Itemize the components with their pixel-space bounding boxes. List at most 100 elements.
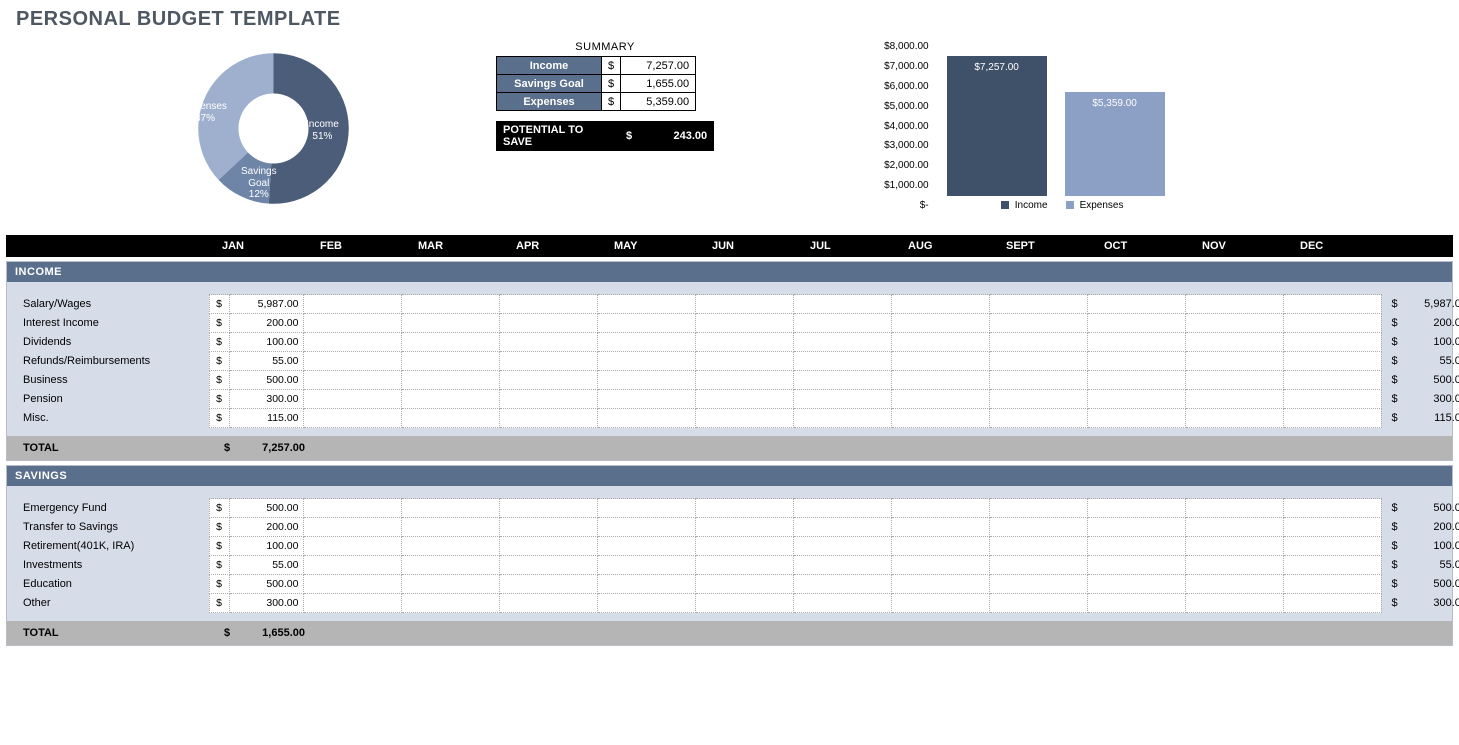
cell-empty[interactable] [989,537,1087,556]
cell-empty[interactable] [793,314,891,333]
cell-empty[interactable] [891,409,989,428]
cell-empty[interactable] [695,333,793,352]
cell-currency[interactable]: $ [209,295,229,314]
cell-empty[interactable] [695,314,793,333]
cell-empty[interactable] [1087,499,1185,518]
cell-empty[interactable] [1087,537,1185,556]
cell-empty[interactable] [1185,352,1283,371]
cell-empty[interactable] [499,314,597,333]
cell-empty[interactable] [1283,371,1381,390]
cell-empty[interactable] [695,409,793,428]
cell-empty[interactable] [1283,575,1381,594]
cell-empty[interactable] [989,575,1087,594]
cell-empty[interactable] [793,352,891,371]
cell-empty[interactable] [597,314,695,333]
cell-empty[interactable] [597,371,695,390]
cell-currency[interactable]: $ [209,594,229,613]
cell-empty[interactable] [891,499,989,518]
cell-empty[interactable] [1185,575,1283,594]
cell-empty[interactable] [401,333,499,352]
cell-empty[interactable] [597,575,695,594]
cell-empty[interactable] [793,371,891,390]
cell-empty[interactable] [597,409,695,428]
cell-empty[interactable] [1283,295,1381,314]
cell-empty[interactable] [1185,556,1283,575]
cell-empty[interactable] [1283,333,1381,352]
cell-empty[interactable] [1283,352,1381,371]
cell-currency[interactable]: $ [209,333,229,352]
cell-empty[interactable] [793,575,891,594]
cell-empty[interactable] [695,575,793,594]
cell-value[interactable]: 200.00 [229,314,303,333]
cell-empty[interactable] [695,295,793,314]
cell-empty[interactable] [1087,295,1185,314]
cell-empty[interactable] [1087,518,1185,537]
cell-value[interactable]: 500.00 [229,371,303,390]
cell-empty[interactable] [989,352,1087,371]
cell-empty[interactable] [1087,575,1185,594]
cell-empty[interactable] [989,594,1087,613]
cell-empty[interactable] [401,499,499,518]
cell-empty[interactable] [1087,409,1185,428]
cell-empty[interactable] [303,390,401,409]
cell-currency[interactable]: $ [209,556,229,575]
cell-empty[interactable] [695,518,793,537]
cell-empty[interactable] [989,371,1087,390]
cell-empty[interactable] [499,352,597,371]
cell-empty[interactable] [499,499,597,518]
cell-empty[interactable] [401,295,499,314]
cell-value[interactable]: 500.00 [229,499,303,518]
cell-empty[interactable] [1283,537,1381,556]
cell-empty[interactable] [401,518,499,537]
cell-empty[interactable] [1283,499,1381,518]
cell-empty[interactable] [597,333,695,352]
cell-empty[interactable] [303,594,401,613]
cell-empty[interactable] [303,499,401,518]
cell-empty[interactable] [989,518,1087,537]
cell-empty[interactable] [303,352,401,371]
cell-empty[interactable] [597,518,695,537]
cell-empty[interactable] [1283,409,1381,428]
cell-empty[interactable] [303,409,401,428]
cell-empty[interactable] [499,575,597,594]
cell-empty[interactable] [1185,518,1283,537]
cell-empty[interactable] [401,537,499,556]
cell-empty[interactable] [891,518,989,537]
cell-empty[interactable] [597,390,695,409]
cell-empty[interactable] [303,575,401,594]
cell-empty[interactable] [891,537,989,556]
cell-currency[interactable]: $ [209,352,229,371]
cell-empty[interactable] [1185,295,1283,314]
cell-empty[interactable] [1087,556,1185,575]
cell-empty[interactable] [989,390,1087,409]
cell-empty[interactable] [695,556,793,575]
cell-value[interactable]: 300.00 [229,390,303,409]
cell-empty[interactable] [891,314,989,333]
cell-empty[interactable] [793,333,891,352]
cell-empty[interactable] [499,409,597,428]
cell-empty[interactable] [695,537,793,556]
cell-empty[interactable] [1185,594,1283,613]
cell-empty[interactable] [597,295,695,314]
cell-empty[interactable] [401,390,499,409]
cell-empty[interactable] [303,537,401,556]
cell-empty[interactable] [499,594,597,613]
cell-empty[interactable] [989,295,1087,314]
cell-empty[interactable] [597,556,695,575]
cell-currency[interactable]: $ [209,499,229,518]
cell-empty[interactable] [989,499,1087,518]
cell-empty[interactable] [891,352,989,371]
cell-empty[interactable] [401,352,499,371]
cell-empty[interactable] [793,537,891,556]
cell-empty[interactable] [1087,594,1185,613]
cell-empty[interactable] [989,556,1087,575]
cell-value[interactable]: 200.00 [229,518,303,537]
cell-empty[interactable] [695,594,793,613]
cell-empty[interactable] [793,518,891,537]
cell-empty[interactable] [499,333,597,352]
cell-value[interactable]: 115.00 [229,409,303,428]
cell-empty[interactable] [891,333,989,352]
cell-empty[interactable] [499,537,597,556]
cell-empty[interactable] [793,594,891,613]
cell-value[interactable]: 5,987.00 [229,295,303,314]
